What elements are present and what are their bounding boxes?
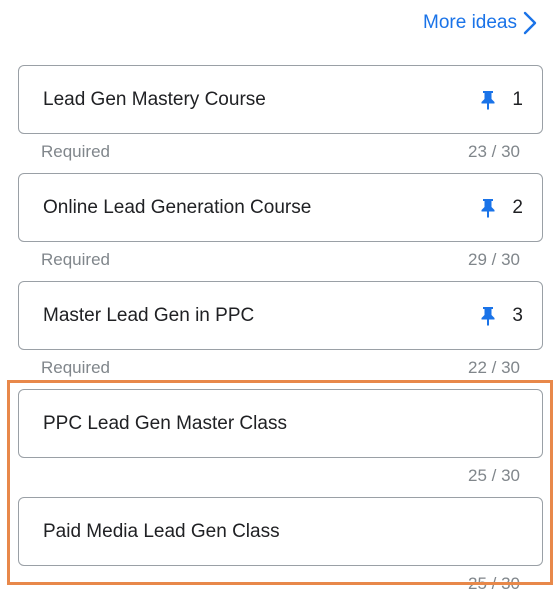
status-label: Required [41,142,110,161]
headline-text: Paid Media Lead Gen Class [43,520,280,542]
headline-meta: 25 / 30 [41,574,520,594]
headline-editor: More ideas Lead Gen Mastery Course 1 Req… [0,0,559,600]
headline-text: Online Lead Generation Course [43,196,312,218]
pin-icon[interactable] [480,90,496,110]
status-label: Required [41,250,110,269]
pin-position: 1 [512,88,523,110]
headline-text: Master Lead Gen in PPC [43,304,255,326]
more-ideas-label: More ideas [423,12,517,33]
chevron-right-icon [523,11,537,35]
character-counter: 22 / 30 [468,358,520,377]
headline-input[interactable]: Lead Gen Mastery Course 1 [18,65,543,134]
pin-position: 3 [512,304,523,326]
headline-input[interactable]: PPC Lead Gen Master Class [18,389,543,458]
character-counter: 25 / 30 [468,574,520,593]
character-counter: 23 / 30 [468,142,520,161]
headline-meta: Required 29 / 30 [41,250,520,270]
character-counter: 25 / 30 [468,466,520,485]
headline-input[interactable]: Paid Media Lead Gen Class [18,497,543,566]
status-label: Required [41,358,110,377]
headline-text: Lead Gen Mastery Course [43,88,266,110]
pin-position: 2 [512,196,523,218]
headline-meta: Required 22 / 30 [41,358,520,378]
character-counter: 29 / 30 [468,250,520,269]
headline-text: PPC Lead Gen Master Class [43,412,287,434]
headline-input[interactable]: Master Lead Gen in PPC 3 [18,281,543,350]
pin-icon[interactable] [480,306,496,326]
headline-input[interactable]: Online Lead Generation Course 2 [18,173,543,242]
headline-meta: 25 / 30 [41,466,520,486]
headline-meta: Required 23 / 30 [41,142,520,162]
more-ideas-link[interactable]: More ideas [423,9,537,37]
pin-icon[interactable] [480,198,496,218]
